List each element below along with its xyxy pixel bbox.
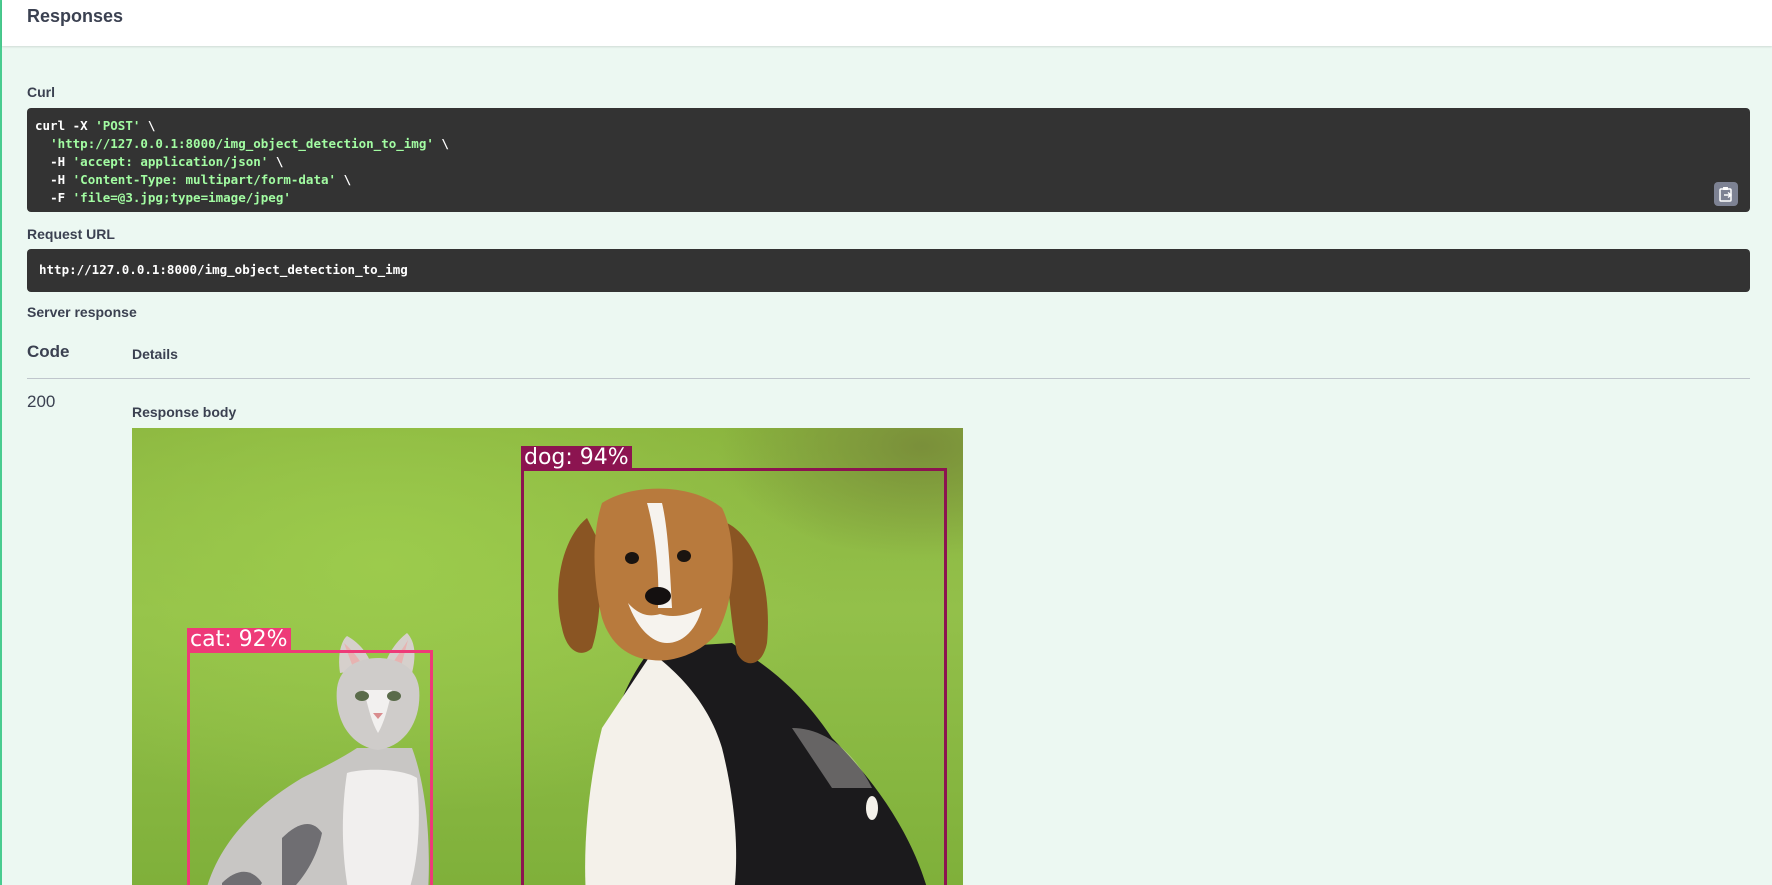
dog-detection-label: dog: 94% xyxy=(521,446,632,470)
request-url-label: Request URL xyxy=(27,226,115,242)
curl-label: Curl xyxy=(27,84,55,100)
clipboard-icon xyxy=(1719,187,1733,202)
column-details: Details xyxy=(132,346,178,362)
dog-bounding-box xyxy=(521,468,947,885)
curl-command: curl -X 'POST' \ 'http://127.0.0.1:8000/… xyxy=(35,118,449,205)
response-body-image: dog: 94% cat: 92% xyxy=(132,428,963,885)
request-url-value: http://127.0.0.1:8000/img_object_detecti… xyxy=(39,262,408,277)
server-response-label: Server response xyxy=(27,304,137,320)
response-table-header: Code Details xyxy=(27,338,1750,379)
response-body-label: Response body xyxy=(132,404,237,420)
request-url-block[interactable]: http://127.0.0.1:8000/img_object_detecti… xyxy=(27,249,1750,292)
copy-to-clipboard-button[interactable] xyxy=(1714,182,1738,206)
curl-code-block[interactable]: curl -X 'POST' \ 'http://127.0.0.1:8000/… xyxy=(27,108,1750,212)
responses-title: Responses xyxy=(27,6,124,26)
section-left-border xyxy=(0,0,2,885)
responses-header: Responses xyxy=(2,0,1772,46)
column-code: Code xyxy=(27,342,70,361)
cat-bounding-box xyxy=(187,650,433,885)
cat-detection-label: cat: 92% xyxy=(187,628,291,652)
response-status-code: 200 xyxy=(27,392,56,411)
